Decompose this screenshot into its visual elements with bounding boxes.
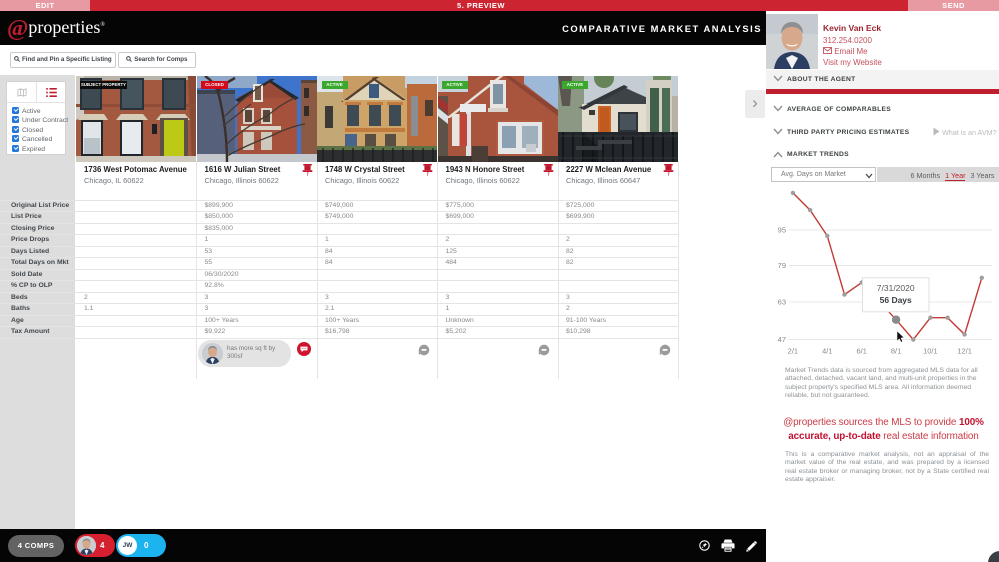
- svg-text:56 Days: 56 Days: [880, 295, 912, 305]
- svg-text:95: 95: [778, 226, 786, 235]
- svg-text:4/1: 4/1: [822, 347, 832, 356]
- svg-text:7/31/2020: 7/31/2020: [877, 283, 915, 293]
- svg-text:2/1: 2/1: [788, 347, 798, 356]
- svg-text:10/1: 10/1: [923, 347, 938, 356]
- svg-text:8/1: 8/1: [891, 347, 901, 356]
- svg-text:6/1: 6/1: [856, 347, 866, 356]
- svg-text:47: 47: [778, 335, 786, 344]
- svg-text:12/1: 12/1: [957, 347, 972, 356]
- svg-text:79: 79: [778, 261, 786, 270]
- svg-text:63: 63: [778, 298, 786, 307]
